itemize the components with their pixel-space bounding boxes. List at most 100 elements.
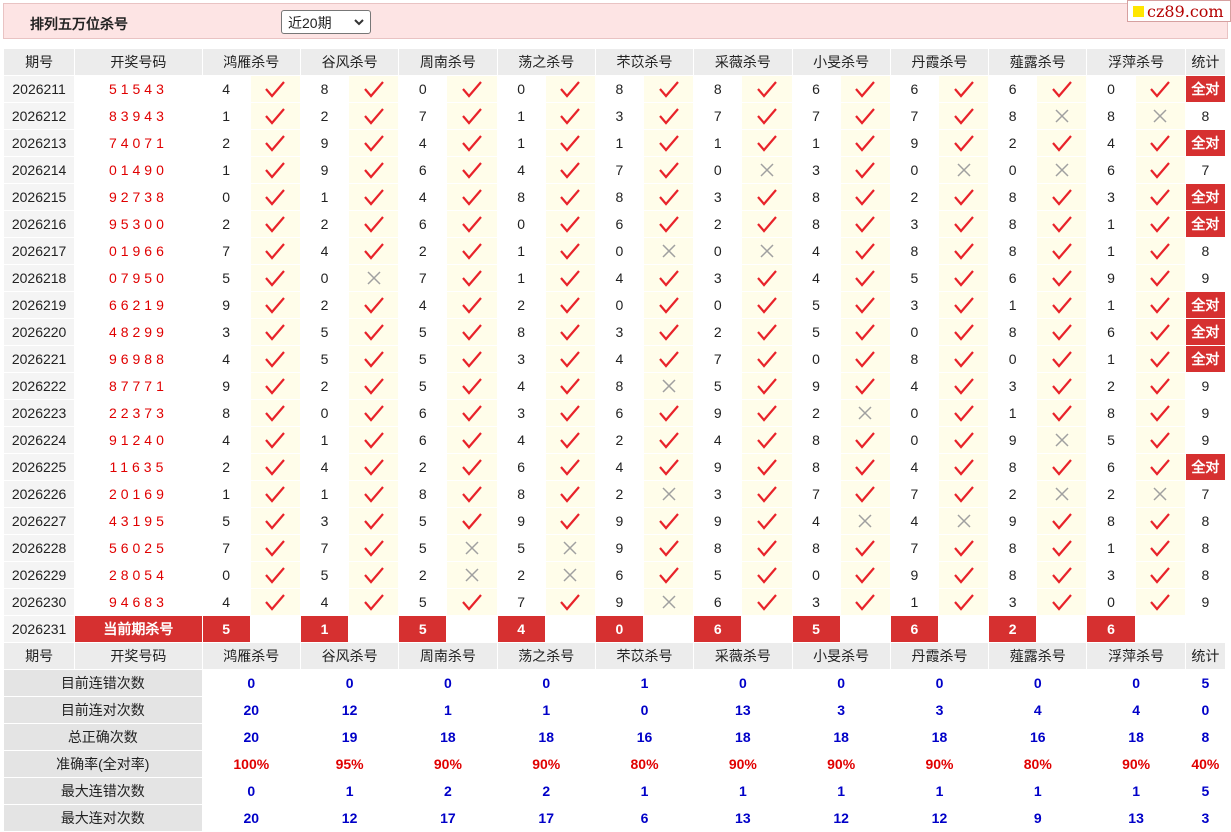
kill-number-cell: 0 bbox=[398, 75, 448, 103]
header-expert[interactable]: 谷风杀号 bbox=[299, 48, 400, 76]
header-expert[interactable]: 谷风杀号 bbox=[299, 642, 400, 670]
summary-value: 90% bbox=[889, 750, 990, 778]
header-expert[interactable]: 薤露杀号 bbox=[988, 48, 1088, 76]
header-expert[interactable]: 芣苡杀号 bbox=[594, 48, 695, 76]
result-mark-cell bbox=[937, 507, 990, 535]
cross-icon bbox=[858, 514, 872, 528]
check-icon bbox=[560, 162, 581, 179]
result-mark-cell bbox=[446, 156, 498, 184]
kill-number-cell: 0 bbox=[693, 237, 743, 265]
result-mark-cell bbox=[544, 453, 596, 481]
header-expert[interactable]: 荡之杀号 bbox=[496, 642, 596, 670]
result-mark-cell bbox=[937, 156, 990, 184]
result-mark-cell bbox=[937, 399, 990, 427]
header-expert[interactable]: 周南杀号 bbox=[398, 642, 498, 670]
result-mark-cell bbox=[1036, 102, 1088, 130]
result-mark-cell bbox=[1134, 399, 1186, 427]
period-cell: 2026216 bbox=[2, 210, 76, 238]
header-expert[interactable]: 采薇杀号 bbox=[693, 48, 793, 76]
result-mark-cell bbox=[544, 183, 596, 211]
result-mark-cell bbox=[839, 102, 891, 130]
summary-stat: 0 bbox=[1184, 696, 1227, 724]
header-expert[interactable]: 小旻杀号 bbox=[791, 642, 891, 670]
page-title: 排列五万位杀号 bbox=[30, 16, 128, 32]
kill-number-cell: 0 bbox=[299, 399, 350, 427]
period-cell: 2026217 bbox=[2, 237, 76, 265]
kill-number-cell: 8 bbox=[791, 453, 841, 481]
kill-number-cell: 3 bbox=[889, 291, 939, 319]
result-mark-cell bbox=[1134, 345, 1186, 373]
kill-number-cell: 6 bbox=[398, 399, 448, 427]
kill-number-cell: 4 bbox=[594, 345, 645, 373]
header-expert[interactable]: 丹霞杀号 bbox=[889, 48, 990, 76]
header-stats: 统计 bbox=[1184, 642, 1227, 670]
kill-number-cell: 3 bbox=[496, 345, 546, 373]
kill-number-cell: 1 bbox=[889, 588, 939, 616]
kill-number-cell: 1 bbox=[988, 399, 1038, 427]
check-icon bbox=[560, 351, 581, 368]
stat-cell: 9 bbox=[1184, 372, 1227, 400]
kill-number-cell: 8 bbox=[299, 75, 350, 103]
check-icon bbox=[462, 405, 482, 422]
check-icon bbox=[658, 135, 679, 152]
summary-value: 16 bbox=[594, 723, 695, 751]
result-mark-cell bbox=[741, 399, 793, 427]
result-mark-cell bbox=[741, 156, 793, 184]
kill-number-cell: 1 bbox=[791, 129, 841, 157]
site-logo[interactable]: cz89.com bbox=[1127, 0, 1231, 22]
header-expert[interactable]: 荡之杀号 bbox=[496, 48, 596, 76]
result-mark-cell bbox=[643, 183, 695, 211]
header-expert[interactable]: 芣苡杀号 bbox=[594, 642, 695, 670]
summary-value: 18 bbox=[791, 723, 891, 751]
stat-cell: 8 bbox=[1184, 102, 1227, 130]
kill-number-cell: 2 bbox=[889, 183, 939, 211]
check-icon bbox=[855, 297, 876, 314]
header-expert[interactable]: 小旻杀号 bbox=[791, 48, 891, 76]
check-icon bbox=[462, 297, 482, 314]
kill-number-cell: 0 bbox=[988, 345, 1038, 373]
check-icon bbox=[953, 432, 974, 449]
kill-number-cell: 6 bbox=[889, 75, 939, 103]
cross-icon bbox=[1153, 487, 1167, 501]
result-mark-cell bbox=[937, 561, 990, 589]
result-mark-cell bbox=[1036, 399, 1088, 427]
header-expert[interactable]: 鸿雁杀号 bbox=[201, 48, 301, 76]
header-expert[interactable]: 周南杀号 bbox=[398, 48, 498, 76]
kill-number-cell: 6 bbox=[398, 156, 448, 184]
header-expert[interactable]: 丹霞杀号 bbox=[889, 642, 990, 670]
summary-value: 2 bbox=[398, 777, 498, 805]
kill-number-cell: 4 bbox=[889, 453, 939, 481]
check-icon bbox=[658, 162, 679, 179]
winning-number-cell: 74071 bbox=[74, 129, 203, 157]
kill-number-cell: 1 bbox=[299, 426, 350, 454]
table-row: 2026226 20169 1 1 8 8 2 3 7 7 2 2 7 bbox=[2, 480, 1227, 508]
header-expert[interactable]: 浮萍杀号 bbox=[1086, 48, 1186, 76]
result-mark-cell bbox=[348, 507, 400, 535]
kill-number-cell: 8 bbox=[594, 183, 645, 211]
check-icon bbox=[855, 594, 876, 611]
period-range-select[interactable]: 近20期 bbox=[281, 10, 371, 34]
check-icon bbox=[363, 297, 384, 314]
result-mark-cell bbox=[446, 345, 498, 373]
result-mark-cell bbox=[544, 561, 596, 589]
check-icon bbox=[560, 297, 581, 314]
check-icon bbox=[757, 513, 777, 530]
kill-number-cell: 0 bbox=[889, 318, 939, 346]
winning-number-cell: 01490 bbox=[74, 156, 203, 184]
kill-number-cell: 0 bbox=[791, 345, 841, 373]
result-mark-cell bbox=[937, 210, 990, 238]
kill-number-cell: 7 bbox=[889, 534, 939, 562]
check-icon bbox=[265, 135, 286, 152]
header-expert[interactable]: 鸿雁杀号 bbox=[201, 642, 301, 670]
header-expert[interactable]: 薤露杀号 bbox=[988, 642, 1088, 670]
current-kill-spacer bbox=[1134, 615, 1186, 643]
check-icon bbox=[658, 270, 679, 287]
result-mark-cell bbox=[643, 588, 695, 616]
header-expert[interactable]: 浮萍杀号 bbox=[1086, 642, 1186, 670]
summary-value: 95% bbox=[299, 750, 400, 778]
header-expert[interactable]: 采薇杀号 bbox=[693, 642, 793, 670]
check-icon bbox=[1150, 243, 1171, 260]
result-mark-cell bbox=[741, 237, 793, 265]
summary-value: 0 bbox=[791, 669, 891, 697]
check-icon bbox=[363, 243, 384, 260]
